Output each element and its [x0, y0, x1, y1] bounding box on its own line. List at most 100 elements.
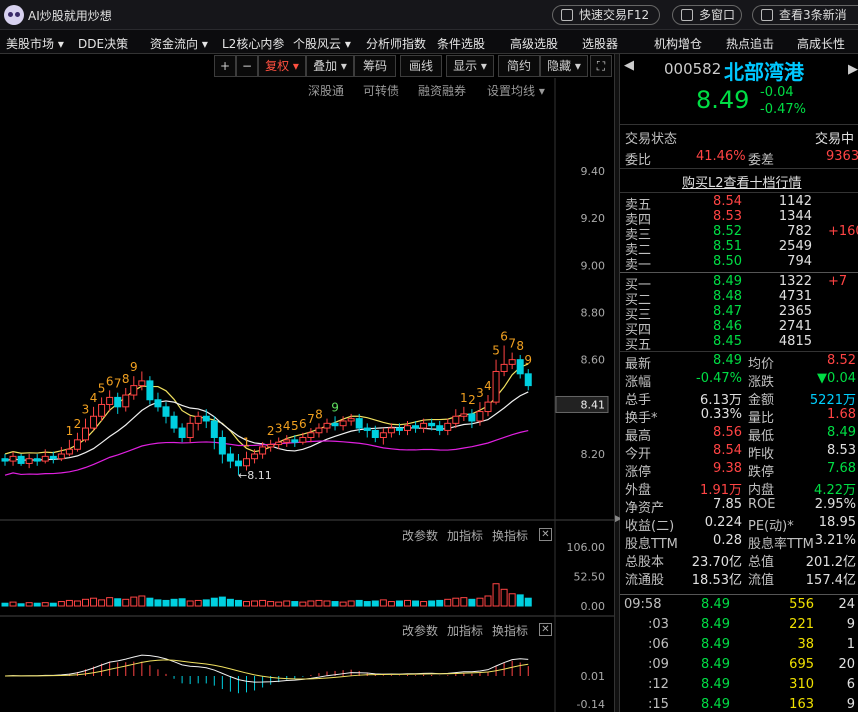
vol-close-icon[interactable]: ✕	[539, 528, 552, 541]
stat-value: 18.53亿	[691, 573, 742, 588]
menu-item-8[interactable]: 选股器	[582, 35, 618, 52]
display-button[interactable]: 显示 ▾	[446, 55, 494, 77]
candle-body	[355, 418, 363, 429]
volume-bar	[41, 602, 49, 607]
candle-body	[339, 420, 347, 427]
asks-row[interactable]: 卖三8.52782+160	[620, 224, 858, 243]
stat-value: 0.28	[713, 533, 742, 548]
bids-row[interactable]: 买一 8.49 1322 +7	[620, 274, 858, 293]
candle-body	[500, 363, 508, 372]
menu-item-11[interactable]: 高成长性	[797, 35, 845, 52]
menu-item-0[interactable]: 美股市场 ▾	[6, 35, 64, 52]
hide-button[interactable]: 隐藏 ▾	[540, 55, 588, 77]
overlay-button[interactable]: 叠加 ▾	[306, 55, 354, 77]
macd-close-icon[interactable]: ✕	[539, 623, 552, 636]
volume-bar	[82, 598, 89, 607]
stat-value: 8.53	[827, 443, 856, 458]
right-arrow-icon[interactable]: ▶	[848, 62, 858, 77]
volume-bar	[202, 599, 210, 607]
candle-body	[106, 396, 114, 405]
sequence-label: 3	[476, 386, 484, 400]
sequence-label: 9	[130, 360, 138, 374]
vol-change-indicator-link[interactable]: 换指标	[492, 527, 528, 544]
bids-row[interactable]: 买三 8.47 2365	[620, 304, 858, 323]
sequence-label: 1	[460, 391, 468, 405]
menu-item-6[interactable]: 条件选股	[437, 35, 485, 52]
vol-add-indicator-link[interactable]: 加指标	[447, 527, 483, 544]
simple-button[interactable]: 简约	[498, 55, 540, 77]
menu-item-10[interactable]: 热点追击	[726, 35, 774, 52]
volume-bar	[170, 598, 178, 607]
menu-item-2[interactable]: 资金流向 ▾	[150, 35, 208, 52]
fuquan-button[interactable]: 复权 ▾	[258, 55, 306, 77]
macd-axis-label: -0.14	[577, 698, 605, 711]
candle-body	[1, 458, 9, 462]
volume-axis-label: 106.00	[567, 541, 606, 554]
kline-chart-area[interactable]: + − 复权 ▾ 叠加 ▾ 筹码 画线 显示 ▾ 简约 隐藏 ▾ ⛶ 深股通 可…	[0, 54, 614, 712]
menu-item-3[interactable]: L2核心内参	[222, 35, 284, 52]
vol-edit-params-link[interactable]: 改参数	[402, 527, 438, 544]
sequence-label: 7	[307, 412, 315, 426]
quick-trade-button[interactable]: 快速交易F12	[552, 5, 660, 25]
sequence-label: 6	[500, 330, 508, 344]
draw-line-button[interactable]: 画线	[400, 55, 442, 77]
price-axis-label: 8.20	[581, 448, 606, 461]
macd-change-indicator-link[interactable]: 换指标	[492, 622, 528, 639]
asks-row[interactable]: 卖五 8.54 1142	[620, 194, 858, 213]
stat-value: 8.49	[713, 353, 742, 368]
menu-item-1[interactable]: DDE决策	[78, 35, 128, 52]
candle-body	[251, 453, 259, 460]
volume-axis-label: 52.50	[574, 571, 606, 584]
volume-bar	[90, 597, 98, 607]
volume-bar	[283, 600, 291, 607]
volume-bar	[516, 594, 524, 607]
candle-body	[17, 455, 25, 464]
macd-add-indicator-link[interactable]: 加指标	[447, 622, 483, 639]
book-price: 8.54	[713, 194, 742, 209]
volume-bar	[436, 599, 444, 607]
menu-item-4[interactable]: 个股风云 ▾	[293, 35, 351, 52]
margin-link[interactable]: 融资融券	[418, 82, 466, 99]
zoom-out-button[interactable]: −	[236, 55, 258, 77]
stat-value: 3.21%	[814, 533, 856, 548]
candle-body	[387, 427, 395, 434]
volume-bar	[178, 598, 186, 607]
news-button[interactable]: 查看3条新消	[752, 5, 858, 25]
menu-item-9[interactable]: 机构增仓	[654, 35, 702, 52]
bids-row[interactable]: 买四 8.46 2741	[620, 319, 858, 338]
tick-price: 8.49	[701, 637, 730, 652]
menu-item-7[interactable]: 高级选股	[510, 35, 558, 52]
macd-axis-label: 0.01	[581, 670, 606, 683]
volume-bar	[186, 600, 194, 607]
stat-value: 4.22万	[814, 483, 856, 498]
left-arrow-icon[interactable]: ◀	[624, 58, 634, 73]
asks-row[interactable]: 卖四 8.53 1344	[620, 209, 858, 228]
asks-row[interactable]: 卖一 8.50 794	[620, 254, 858, 273]
chips-button[interactable]: 筹码	[354, 55, 396, 77]
fullscreen-icon[interactable]: ⛶	[590, 55, 612, 77]
candle-body	[130, 385, 138, 396]
sequence-label: 5	[492, 344, 500, 358]
stat-value: 2.95%	[814, 497, 856, 512]
stat-row: 收益(二) 0.224 PE(动)* 18.95	[620, 515, 858, 534]
candle-body	[468, 413, 476, 422]
sequence-label: 2	[267, 424, 275, 438]
bids-row[interactable]: 买五 8.45 4815	[620, 334, 858, 353]
hk-connect-link[interactable]: 深股通	[308, 82, 344, 99]
multi-window-button[interactable]: 多窗口	[672, 5, 742, 25]
volume-bar	[331, 601, 339, 607]
volume-bar	[1, 602, 9, 607]
volume-bar	[98, 599, 106, 607]
macd-edit-params-link[interactable]: 改参数	[402, 622, 438, 639]
volume-bar	[210, 597, 218, 607]
set-ma-link[interactable]: 设置均线 ▾	[487, 82, 545, 99]
convertible-link[interactable]: 可转债	[363, 82, 399, 99]
asks-row[interactable]: 卖二 8.51 2549	[620, 239, 858, 258]
zoom-in-button[interactable]: +	[214, 55, 236, 77]
l2-link[interactable]: 购买L2查看十档行情	[682, 172, 802, 191]
bids-row[interactable]: 买二 8.48 4731	[620, 289, 858, 308]
sequence-label: 2	[74, 417, 82, 431]
book-label: 卖一	[625, 258, 652, 273]
book-volume: 4731	[778, 289, 812, 304]
menu-item-5[interactable]: 分析师指数	[366, 35, 426, 52]
